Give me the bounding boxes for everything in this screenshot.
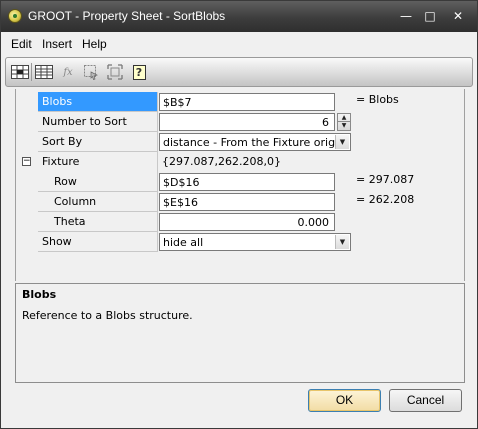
description-title: Blobs — [22, 288, 57, 301]
sort-by-select[interactable]: distance - From the Fixture origin ▼ — [159, 133, 351, 151]
blobs-input[interactable]: $B$7 — [159, 93, 335, 111]
property-label: Show — [38, 232, 157, 252]
fit-view-icon[interactable] — [105, 63, 125, 81]
function-icon[interactable]: fx — [58, 63, 78, 81]
collapse-toggle-icon[interactable]: − — [22, 157, 31, 166]
number-to-sort-stepper[interactable]: ▲ ▼ — [337, 113, 351, 131]
cancel-button[interactable]: Cancel — [389, 389, 462, 412]
property-label: Row — [38, 172, 157, 192]
show-select[interactable]: hide all ▼ — [159, 233, 351, 251]
select-point-icon[interactable] — [81, 63, 101, 81]
window-title: GROOT - Property Sheet - SortBlobs — [28, 9, 226, 23]
menu-bar: Edit Insert Help — [1, 32, 477, 54]
property-label: Fixture — [42, 155, 80, 168]
help-icon[interactable]: ? — [129, 63, 149, 81]
column-result: = 262.208 — [356, 193, 415, 206]
property-label: Column — [38, 192, 157, 212]
menu-edit[interactable]: Edit — [11, 37, 32, 51]
row-result: = 297.087 — [356, 173, 415, 186]
property-label: Sort By — [38, 132, 157, 152]
title-bar[interactable]: GROOT - Property Sheet - SortBlobs — □ ✕ — [1, 1, 477, 32]
property-label[interactable]: Blobs — [38, 92, 157, 112]
minimize-button[interactable]: — — [395, 7, 417, 25]
grid-column-divider — [157, 92, 158, 252]
menu-insert[interactable]: Insert — [42, 37, 72, 51]
stepper-up-icon[interactable]: ▲ — [338, 114, 350, 122]
maximize-button[interactable]: □ — [419, 7, 441, 25]
stepper-down-icon[interactable]: ▼ — [338, 122, 350, 130]
number-to-sort-input[interactable]: 6 — [159, 113, 335, 131]
property-sheet-window: GROOT - Property Sheet - SortBlobs — □ ✕… — [0, 0, 478, 429]
blobs-result: = Blobs — [356, 93, 399, 106]
toolbar: fx ? — [5, 57, 473, 87]
close-button[interactable]: ✕ — [447, 7, 469, 25]
description-text: Reference to a Blobs structure. — [22, 309, 193, 322]
fixture-value: {297.087,262.208,0} — [162, 155, 281, 168]
theta-input[interactable]: 0.000 — [159, 213, 335, 231]
table-grid-icon[interactable] — [34, 63, 54, 81]
property-label: Theta — [38, 212, 157, 232]
sort-by-value: distance - From the Fixture origin — [163, 136, 346, 149]
property-label: Number to Sort — [38, 112, 157, 132]
row-input[interactable]: $D$16 — [159, 173, 335, 191]
chevron-down-icon[interactable]: ▼ — [335, 235, 349, 249]
menu-help[interactable]: Help — [82, 37, 107, 51]
show-value: hide all — [163, 236, 204, 249]
cell-reference-icon[interactable] — [10, 63, 30, 81]
property-grid: Blobs $B$7 = Blobs Number to Sort 6 ▲ ▼ … — [15, 89, 465, 281]
description-panel: Blobs Reference to a Blobs structure. — [15, 283, 465, 383]
toolbar-separator — [31, 63, 32, 81]
chevron-down-icon[interactable]: ▼ — [335, 135, 349, 149]
ok-button[interactable]: OK — [308, 389, 381, 412]
column-input[interactable]: $E$16 — [159, 193, 335, 211]
groot-app-icon — [8, 9, 22, 23]
